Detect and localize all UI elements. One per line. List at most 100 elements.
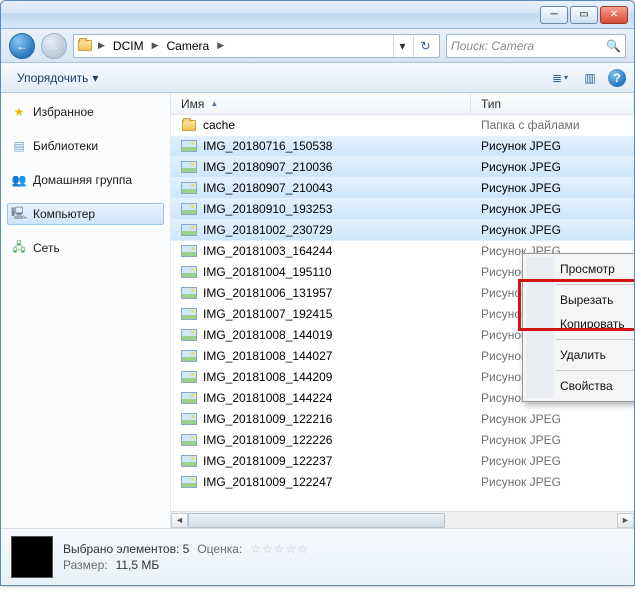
- maximize-button[interactable]: ▭: [570, 6, 598, 24]
- file-name-cell: IMG_20181009_122247: [171, 475, 471, 489]
- column-header-type[interactable]: Тип: [471, 93, 634, 114]
- breadcrumb[interactable]: ▶ DCIM ▶ Camera ▶ ▾ ↻: [73, 34, 440, 58]
- file-name-label: IMG_20181008_144019: [203, 328, 332, 342]
- image-icon: [181, 433, 197, 447]
- file-name-label: IMG_20181009_122247: [203, 475, 332, 489]
- file-type-cell: Рисунок JPEG: [471, 139, 634, 153]
- file-row[interactable]: IMG_20180907_210036 Рисунок JPEG: [171, 157, 634, 178]
- file-name-label: IMG_20180907_210043: [203, 181, 332, 195]
- window-controls: ─ ▭ ✕: [540, 6, 628, 24]
- image-icon: [181, 286, 197, 300]
- computer-icon: 🖳: [11, 206, 27, 222]
- preview-icon: ▥: [584, 71, 595, 85]
- help-button[interactable]: ?: [608, 69, 626, 87]
- file-name-cell: IMG_20181009_122237: [171, 454, 471, 468]
- column-label: Имя: [181, 97, 204, 111]
- chevron-right-icon[interactable]: ▶: [96, 40, 107, 51]
- file-row[interactable]: IMG_20181009_122237 Рисунок JPEG: [171, 451, 634, 472]
- file-row[interactable]: IMG_20180910_193253Рисунок JPEG: [171, 199, 634, 220]
- views-button[interactable]: ≣▾: [548, 67, 572, 89]
- scroll-right-button[interactable]: ►: [617, 513, 634, 528]
- image-icon: [181, 349, 197, 363]
- context-menu-properties[interactable]: Свойства: [554, 374, 635, 398]
- column-headers: Имя ▲ Тип: [171, 93, 634, 115]
- scroll-left-button[interactable]: ◄: [171, 513, 188, 528]
- file-name-cell: IMG_20180907_210043: [171, 181, 471, 195]
- main-area: ★ Избранное ▤ Библиотеки 👥 Домашняя груп…: [1, 93, 634, 529]
- column-label: Тип: [481, 97, 501, 111]
- chevron-down-icon: ▾: [564, 73, 568, 82]
- file-name-cell: IMG_20181006_131957: [171, 286, 471, 300]
- file-name-cell: cache: [171, 118, 471, 132]
- file-row[interactable]: IMG_20181009_122247Рисунок JPEG: [171, 472, 634, 493]
- image-icon: [181, 160, 197, 174]
- breadcrumb-seg-dcim[interactable]: DCIM: [109, 37, 148, 55]
- titlebar: ─ ▭ ✕: [1, 1, 634, 29]
- thumbnail-preview: [11, 536, 53, 578]
- organize-button[interactable]: Упорядочить ▾: [9, 67, 106, 89]
- forward-button[interactable]: →: [41, 33, 67, 59]
- file-row[interactable]: IMG_20181009_122226Рисунок JPEG: [171, 430, 634, 451]
- sidebar-item-computer[interactable]: 🖳 Компьютер: [7, 203, 164, 225]
- file-name-label: IMG_20181009_122237: [203, 454, 332, 468]
- file-name-cell: IMG_20181008_144209: [171, 370, 471, 384]
- file-type-cell: Рисунок JPEG: [471, 454, 634, 468]
- file-name-label: cache: [203, 118, 235, 132]
- scroll-thumb[interactable]: [188, 513, 445, 528]
- image-icon: [181, 307, 197, 321]
- context-menu-cut[interactable]: Вырезать: [554, 288, 635, 312]
- image-icon: [181, 412, 197, 426]
- file-type-cell: Рисунок JPEG: [471, 412, 634, 426]
- chevron-right-icon[interactable]: ▶: [215, 40, 226, 51]
- homegroup-icon: 👥: [11, 172, 27, 188]
- file-row[interactable]: IMG_20180716_150538Рисунок JPEG: [171, 136, 634, 157]
- search-icon: 🔍: [606, 39, 621, 53]
- file-row[interactable]: IMG_20180907_210043Рисунок JPEG: [171, 178, 634, 199]
- file-name-label: IMG_20181007_192415: [203, 307, 332, 321]
- sidebar-label: Домашняя группа: [33, 173, 132, 187]
- image-icon: [181, 265, 197, 279]
- breadcrumb-dropdown[interactable]: ▾: [393, 35, 411, 57]
- close-button[interactable]: ✕: [600, 6, 628, 24]
- sidebar-item-homegroup[interactable]: 👥 Домашняя группа: [7, 169, 164, 191]
- back-button[interactable]: ←: [9, 33, 35, 59]
- image-icon: [181, 139, 197, 153]
- refresh-button[interactable]: ↻: [413, 35, 437, 57]
- size-value: 11,5 МБ: [116, 558, 160, 572]
- preview-pane-button[interactable]: ▥: [578, 67, 602, 89]
- file-name-cell: IMG_20181003_164244: [171, 244, 471, 258]
- rating-stars[interactable]: ☆☆☆☆☆: [250, 542, 309, 556]
- sidebar-item-favorites[interactable]: ★ Избранное: [7, 101, 164, 123]
- context-menu-delete[interactable]: Удалить: [554, 343, 635, 367]
- scroll-track[interactable]: [188, 513, 617, 528]
- file-name-label: IMG_20180907_210036: [203, 160, 332, 174]
- selected-count-label: Выбрано элементов: 5: [63, 542, 189, 556]
- breadcrumb-seg-camera[interactable]: Camera: [163, 37, 214, 55]
- file-row[interactable]: IMG_20181009_122216Рисунок JPEG: [171, 409, 634, 430]
- context-menu-copy[interactable]: Копировать: [554, 312, 635, 336]
- minimize-button[interactable]: ─: [540, 6, 568, 24]
- column-header-name[interactable]: Имя ▲: [171, 93, 471, 114]
- context-menu-view[interactable]: Просмотр: [554, 257, 635, 281]
- file-name-cell: IMG_20181008_144027: [171, 349, 471, 363]
- image-icon: [181, 454, 197, 468]
- file-type-cell: Рисунок JPEG: [471, 160, 634, 174]
- sidebar-item-network[interactable]: 🖧 Сеть: [7, 237, 164, 259]
- chevron-right-icon[interactable]: ▶: [150, 40, 161, 51]
- size-label: Размер:: [63, 558, 108, 572]
- image-icon: [181, 328, 197, 342]
- file-name-label: IMG_20181006_131957: [203, 286, 332, 300]
- sort-asc-icon: ▲: [210, 99, 218, 108]
- file-name-cell: IMG_20181009_122216: [171, 412, 471, 426]
- file-row[interactable]: IMG_20181002_230729Рисунок JPEG: [171, 220, 634, 241]
- file-name-cell: IMG_20180910_193253: [171, 202, 471, 216]
- file-row[interactable]: cacheПапка с файлами: [171, 115, 634, 136]
- search-input[interactable]: Поиск: Camera 🔍: [446, 34, 626, 58]
- image-icon: [181, 202, 197, 216]
- address-bar: ← → ▶ DCIM ▶ Camera ▶ ▾ ↻ Поиск: Camera …: [1, 29, 634, 63]
- file-name-label: IMG_20180910_193253: [203, 202, 332, 216]
- file-type-cell: Рисунок JPEG: [471, 433, 634, 447]
- horizontal-scrollbar[interactable]: ◄ ►: [171, 511, 634, 528]
- sidebar-item-libraries[interactable]: ▤ Библиотеки: [7, 135, 164, 157]
- menu-separator: [556, 370, 635, 371]
